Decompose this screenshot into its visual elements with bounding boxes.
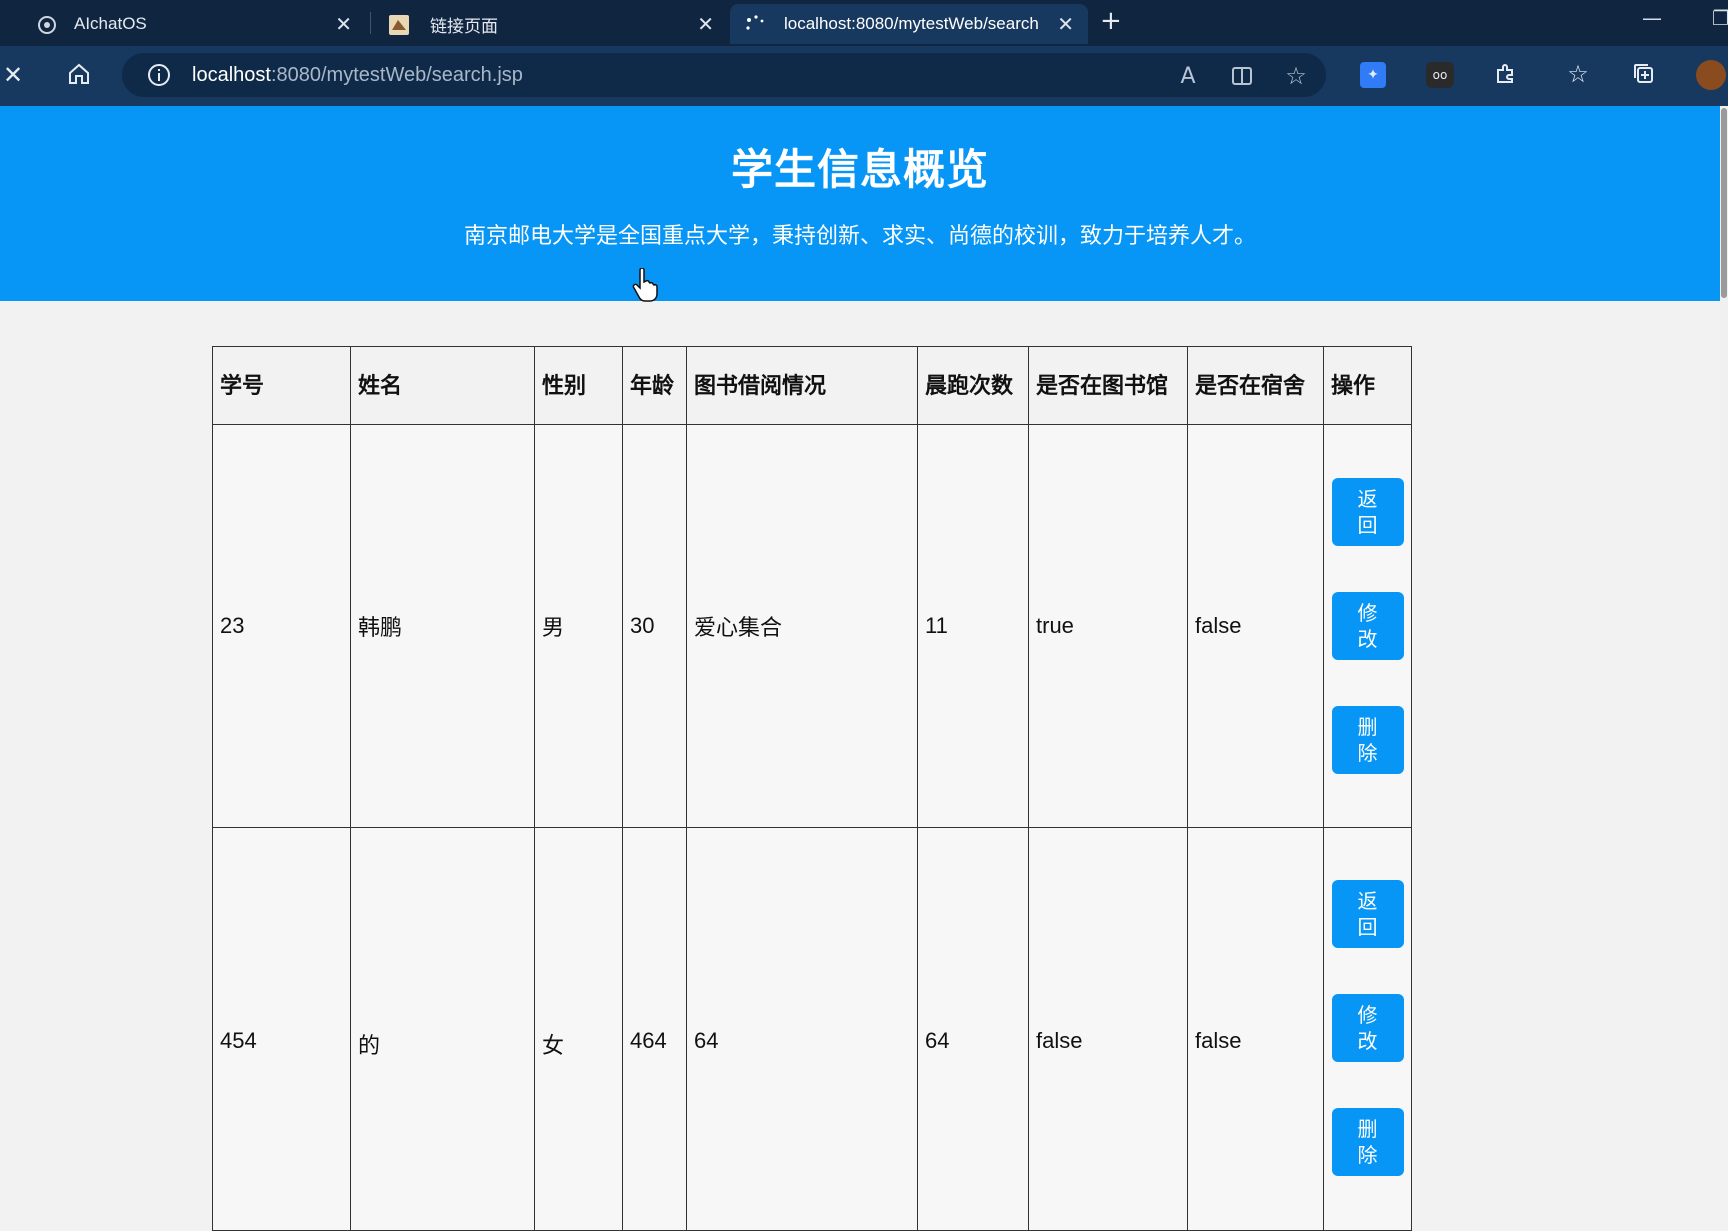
edit-button[interactable]: 修改 xyxy=(1331,592,1404,660)
scrollbar-thumb[interactable] xyxy=(1721,108,1727,298)
cell-books: 爱心集合 xyxy=(686,424,918,828)
student-table: 学号 姓名 性别 年龄 图书借阅情况 晨跑次数 是否在图书馆 是否在宿舍 操作 … xyxy=(212,346,1412,1231)
close-icon[interactable]: ✕ xyxy=(1057,12,1074,37)
col-header-runs: 晨跑次数 xyxy=(917,346,1029,425)
page-header: 学生信息概览 南京邮电大学是全国重点大学，秉持创新、求实、尚德的校训，致力于培养… xyxy=(0,106,1720,301)
tab-label: localhost:8080/mytestWeb/search xyxy=(784,14,1039,33)
hand-cursor-icon xyxy=(632,267,658,306)
col-header-age: 年龄 xyxy=(622,346,687,425)
back-button[interactable]: 返回 xyxy=(1331,880,1404,948)
tab-label: 链接页面 xyxy=(430,16,498,36)
new-tab-plus-icon[interactable]: + xyxy=(1100,6,1122,36)
extension-blue-icon[interactable]: ✦ xyxy=(1360,62,1386,88)
add-favorite-icon[interactable]: ☆ xyxy=(1282,62,1310,90)
extension-mask-icon[interactable]: oo xyxy=(1426,62,1454,88)
cell-age: 30 xyxy=(622,424,687,828)
browser-tab-bar: AIchatOS ✕ 链接页面 ✕ localhost:8080/mytestW… xyxy=(0,0,1728,46)
openai-icon xyxy=(36,14,58,36)
cell-in-dorm: false xyxy=(1187,424,1324,828)
read-aloud-icon[interactable]: A xyxy=(1174,63,1202,89)
page-title: 学生信息概览 xyxy=(730,145,989,194)
home-icon[interactable] xyxy=(64,58,94,90)
delete-button[interactable]: 删除 xyxy=(1331,706,1404,774)
page-scrollbar[interactable] xyxy=(1720,106,1728,1080)
cell-id: 454 xyxy=(212,827,351,1231)
cell-gender: 女 xyxy=(534,827,623,1231)
col-header-library: 是否在图书馆 xyxy=(1028,346,1188,425)
cell-runs: 11 xyxy=(917,424,1029,828)
col-header-name: 姓名 xyxy=(350,346,535,425)
restore-icon[interactable]: ❐ xyxy=(1712,6,1728,30)
collections-icon[interactable] xyxy=(1630,60,1658,88)
col-header-dorm: 是否在宿舍 xyxy=(1187,346,1324,425)
loading-spinner-icon xyxy=(744,14,766,36)
col-header-books: 图书借阅情况 xyxy=(686,346,918,425)
table-header-row: 学号 姓名 性别 年龄 图书借阅情况 晨跑次数 是否在图书馆 是否在宿舍 操作 xyxy=(212,346,1412,425)
cell-runs: 64 xyxy=(917,827,1029,1231)
cell-in-dorm: false xyxy=(1187,827,1324,1231)
address-bar[interactable]: localhost:8080/mytestWeb/search.jsp A ☆ xyxy=(122,53,1326,97)
cell-actions: 返回 修改 删除 xyxy=(1323,424,1412,828)
tab-label: AIchatOS xyxy=(74,14,147,33)
split-screen-icon[interactable] xyxy=(1228,63,1256,89)
table-row: 23 韩鹏 男 30 爱心集合 11 true false 返回 修改 删除 xyxy=(212,424,1412,828)
close-icon[interactable]: ✕ xyxy=(697,12,714,37)
table-row: 454 的 女 464 64 64 false false 返回 修改 删除 xyxy=(212,827,1412,1231)
stop-loading-icon[interactable]: ✕ xyxy=(0,60,26,90)
tab-link-page[interactable]: 链接页面 ✕ xyxy=(388,4,728,44)
cell-books: 64 xyxy=(686,827,918,1231)
tab-divider xyxy=(370,12,371,34)
cell-name: 的 xyxy=(350,827,535,1231)
cell-actions: 返回 修改 删除 xyxy=(1323,827,1412,1231)
close-icon[interactable]: ✕ xyxy=(335,12,352,37)
page-subtitle: 南京邮电大学是全国重点大学，秉持创新、求实、尚德的校训，致力于培养人才。 xyxy=(463,224,1256,249)
col-header-id: 学号 xyxy=(212,346,351,425)
extensions-puzzle-icon[interactable] xyxy=(1492,60,1520,88)
url-text[interactable]: localhost:8080/mytestWeb/search.jsp xyxy=(192,64,523,87)
cell-id: 23 xyxy=(212,424,351,828)
page-favicon-icon xyxy=(388,14,410,36)
cell-gender: 男 xyxy=(534,424,623,828)
edit-button[interactable]: 修改 xyxy=(1331,994,1404,1062)
back-button[interactable]: 返回 xyxy=(1331,478,1404,546)
tab-aichatos[interactable]: AIchatOS ✕ xyxy=(36,4,366,44)
favorites-icon[interactable]: ☆ xyxy=(1564,60,1592,88)
col-header-actions: 操作 xyxy=(1323,346,1412,425)
profile-avatar[interactable] xyxy=(1696,60,1726,90)
browser-toolbar: ✕ localhost:8080/mytestWeb/search.jsp A … xyxy=(0,46,1728,106)
site-info-icon[interactable] xyxy=(146,62,172,88)
delete-button[interactable]: 删除 xyxy=(1331,1108,1404,1176)
cell-in-library: true xyxy=(1028,424,1188,828)
minimize-icon[interactable]: — xyxy=(1642,6,1662,30)
col-header-gender: 性别 xyxy=(534,346,623,425)
cell-in-library: false xyxy=(1028,827,1188,1231)
tab-search-page[interactable]: localhost:8080/mytestWeb/search ✕ xyxy=(730,4,1088,44)
cell-name: 韩鹏 xyxy=(350,424,535,828)
cell-age: 464 xyxy=(622,827,687,1231)
